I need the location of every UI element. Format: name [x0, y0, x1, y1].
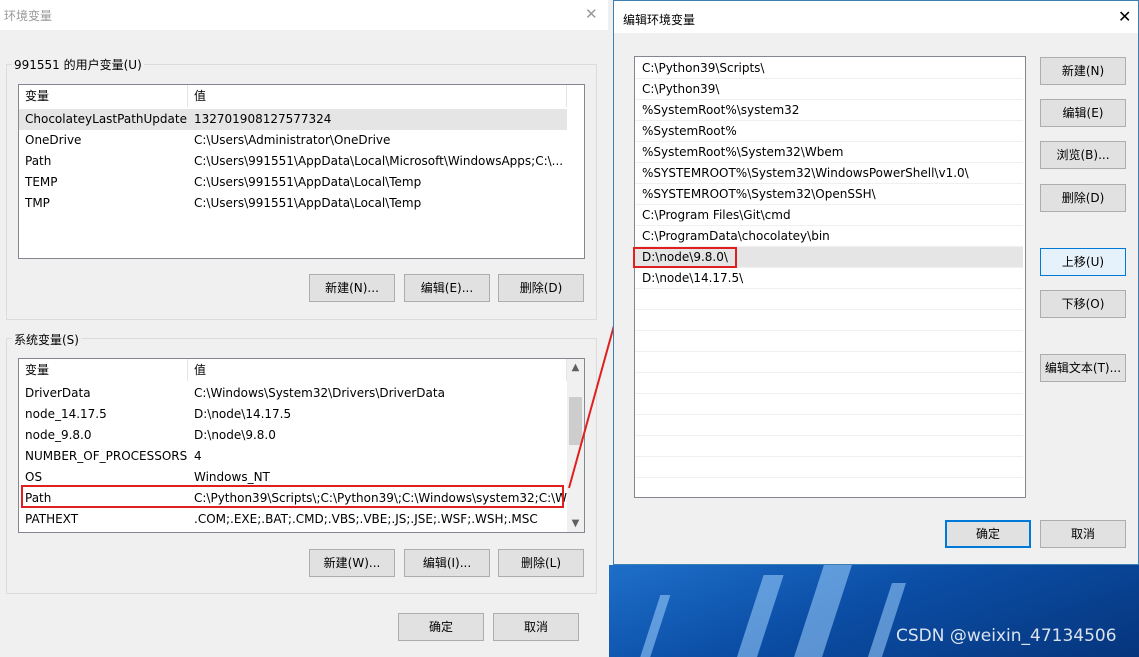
- variable-value: D:\node\9.8.0: [194, 428, 276, 442]
- column-header-value[interactable]: 值: [188, 85, 567, 107]
- cancel-button[interactable]: 取消: [1040, 520, 1126, 548]
- ok-button[interactable]: 确定: [945, 520, 1031, 548]
- left-dialog-title: 环境变量: [4, 9, 53, 23]
- table-row[interactable]: DriverData C:\Windows\System32\Drivers\D…: [19, 383, 567, 404]
- list-item[interactable]: D:\node\14.17.5\: [635, 268, 1023, 289]
- new-path-button[interactable]: 新建(N): [1040, 57, 1126, 85]
- list-item[interactable]: C:\Program Files\Git\cmd: [635, 205, 1023, 226]
- list-item[interactable]: %SYSTEMROOT%\System32\OpenSSH\: [635, 184, 1023, 205]
- column-header-variable[interactable]: 变量: [19, 359, 188, 381]
- left-title-bar: 环境变量 ✕: [0, 0, 608, 30]
- list-item[interactable]: C:\Python39\: [635, 79, 1023, 100]
- empty-row: [635, 373, 1023, 394]
- right-dialog-title: 编辑环境变量: [623, 13, 696, 27]
- delete-path-button[interactable]: 删除(D): [1040, 184, 1126, 212]
- edit-text-button[interactable]: 编辑文本(T)...: [1040, 354, 1126, 382]
- system-new-button[interactable]: 新建(W)...: [309, 549, 395, 577]
- column-header-variable[interactable]: 变量: [19, 85, 188, 107]
- variable-name: DriverData: [25, 386, 91, 400]
- user-new-button[interactable]: 新建(N)...: [309, 274, 395, 302]
- variable-name: NUMBER_OF_PROCESSORS: [25, 449, 188, 463]
- edit-path-button[interactable]: 编辑(E): [1040, 99, 1126, 127]
- table-row[interactable]: TMP C:\Users\991551\AppData\Local\Temp: [19, 193, 567, 214]
- system-edit-button[interactable]: 编辑(I)...: [404, 549, 490, 577]
- path-entries-list[interactable]: C:\Python39\Scripts\ C:\Python39\ %Syste…: [634, 56, 1026, 498]
- variable-name: ChocolateyLastPathUpdate: [25, 112, 187, 126]
- system-variables-label: 系统变量(S): [12, 331, 81, 348]
- list-item[interactable]: %SystemRoot%\System32\Wbem: [635, 142, 1023, 163]
- edit-environment-variable-dialog: 编辑环境变量 ✕ C:\Python39\Scripts\ C:\Python3…: [613, 0, 1139, 565]
- variable-value: C:\Users\991551\AppData\Local\Microsoft\…: [194, 154, 564, 168]
- variable-value: D:\node\14.17.5: [194, 407, 292, 421]
- variable-value: 4: [194, 449, 202, 463]
- variable-value: C:\Users\991551\AppData\Local\Temp: [194, 175, 422, 189]
- close-icon[interactable]: ✕: [1118, 7, 1131, 26]
- list-item[interactable]: C:\Python39\Scripts\: [635, 58, 1023, 79]
- cancel-button[interactable]: 取消: [493, 613, 579, 641]
- variable-value: C:\Windows\System32\Drivers\DriverData: [194, 386, 445, 400]
- variable-name: TMP: [25, 196, 50, 210]
- ok-button[interactable]: 确定: [398, 613, 484, 641]
- right-title-bar: 编辑环境变量 ✕: [614, 1, 1138, 33]
- variable-name: node_9.8.0: [25, 428, 92, 442]
- table-row[interactable]: OneDrive C:\Users\Administrator\OneDrive: [19, 130, 567, 151]
- table-row[interactable]: TEMP C:\Users\991551\AppData\Local\Temp: [19, 172, 567, 193]
- path-highlight-box: [21, 485, 564, 508]
- table-row[interactable]: PATHEXT .COM;.EXE;.BAT;.CMD;.VBS;.VBE;.J…: [19, 509, 567, 530]
- list-item[interactable]: %SYSTEMROOT%\System32\WindowsPowerShell\…: [635, 163, 1023, 184]
- table-row[interactable]: ChocolateyLastPathUpdate 132701908127577…: [19, 109, 567, 130]
- variable-value: C:\Users\991551\AppData\Local\Temp: [194, 196, 422, 210]
- variable-value: .COM;.EXE;.BAT;.CMD;.VBS;.VBE;.JS;.JSE;.…: [194, 512, 538, 526]
- variable-name: node_14.17.5: [25, 407, 107, 421]
- user-list-header: 变量 值: [19, 85, 567, 107]
- move-down-button[interactable]: 下移(O): [1040, 290, 1126, 318]
- variable-value: C:\Users\Administrator\OneDrive: [194, 133, 391, 147]
- move-up-button[interactable]: 上移(U): [1040, 248, 1126, 276]
- variable-value: 132701908127577324: [194, 112, 332, 126]
- variable-name: PATHEXT: [25, 512, 79, 526]
- list-item[interactable]: C:\ProgramData\chocolatey\bin: [635, 226, 1023, 247]
- empty-row: [635, 415, 1023, 436]
- empty-row: [635, 289, 1023, 310]
- empty-row: [635, 394, 1023, 415]
- empty-row: [635, 457, 1023, 478]
- close-icon[interactable]: ✕: [585, 5, 598, 23]
- table-row[interactable]: NUMBER_OF_PROCESSORS 4: [19, 446, 567, 467]
- column-header-value[interactable]: 值: [188, 359, 567, 381]
- empty-row: [635, 331, 1023, 352]
- table-row[interactable]: node_9.8.0 D:\node\9.8.0: [19, 425, 567, 446]
- user-variables-list[interactable]: 变量 值 ChocolateyLastPathUpdate 1327019081…: [18, 84, 585, 259]
- system-list-header: 变量 值: [19, 359, 567, 381]
- table-row[interactable]: Path C:\Users\991551\AppData\Local\Micro…: [19, 151, 567, 172]
- variable-name: Path: [25, 154, 52, 168]
- list-item[interactable]: %SystemRoot%: [635, 121, 1023, 142]
- browse-button[interactable]: 浏览(B)...: [1040, 141, 1126, 169]
- variable-name: OneDrive: [25, 133, 82, 147]
- system-delete-button[interactable]: 删除(L): [498, 549, 584, 577]
- table-row[interactable]: node_14.17.5 D:\node\14.17.5: [19, 404, 567, 425]
- watermark-text: CSDN @weixin_47134506: [896, 626, 1117, 646]
- scroll-down-icon[interactable]: ▼: [567, 515, 584, 532]
- empty-row: [635, 436, 1023, 457]
- empty-row: [635, 352, 1023, 373]
- empty-row: [635, 310, 1023, 331]
- variable-name: TEMP: [25, 175, 58, 189]
- list-item[interactable]: %SystemRoot%\system32: [635, 100, 1023, 121]
- user-variables-label: 991551 的用户变量(U): [12, 56, 144, 73]
- user-edit-button[interactable]: 编辑(E)...: [404, 274, 490, 302]
- environment-variables-dialog: 环境变量 ✕ 991551 的用户变量(U) 变量 值 ChocolateyLa…: [0, 0, 608, 657]
- selected-path-highlight-box: [633, 247, 737, 268]
